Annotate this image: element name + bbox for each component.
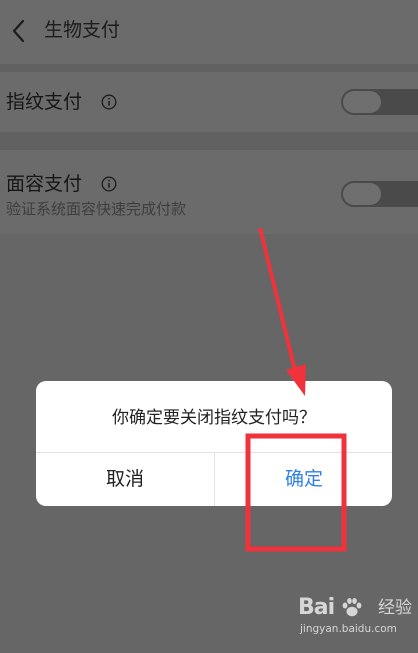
setting-title-fingerprint: 指纹支付 [6,91,83,113]
fingerprint-pay-toggle[interactable] [341,89,418,115]
setting-row-fingerprint: 指纹支付 [0,72,418,132]
setting-title-face: 面容支付 [6,173,83,195]
section-divider [0,64,418,72]
setting-subtitle-face: 验证系统面容快速完成付款 [6,200,187,218]
confirm-button[interactable]: 确定 [215,453,392,506]
face-pay-toggle[interactable] [341,181,418,207]
watermark: Bai 经验 jingyan.baidu.com [296,593,414,641]
page-title: 生物支付 [44,19,121,41]
chevron-left-icon[interactable] [6,14,32,48]
toggle-knob [343,183,381,205]
watermark-url: jingyan.baidu.com [300,623,397,635]
setting-row-face: 面容支付 验证系统面容快速完成付款 [0,150,418,234]
watermark-brand: Bai [298,595,335,620]
section-divider [0,132,418,150]
cancel-button[interactable]: 取消 [36,453,214,506]
header-bar: 生物支付 [0,0,418,64]
info-circle-icon[interactable] [101,176,117,192]
info-circle-icon[interactable] [101,94,117,110]
paw-icon [342,598,362,617]
confirm-dialog: 你确定要关闭指纹支付吗？ 取消 确定 [36,381,392,506]
watermark-product: 经验 [378,598,412,618]
arrow-icon [258,228,306,396]
dialog-message: 你确定要关闭指纹支付吗？ [112,408,316,428]
toggle-knob [343,91,381,113]
